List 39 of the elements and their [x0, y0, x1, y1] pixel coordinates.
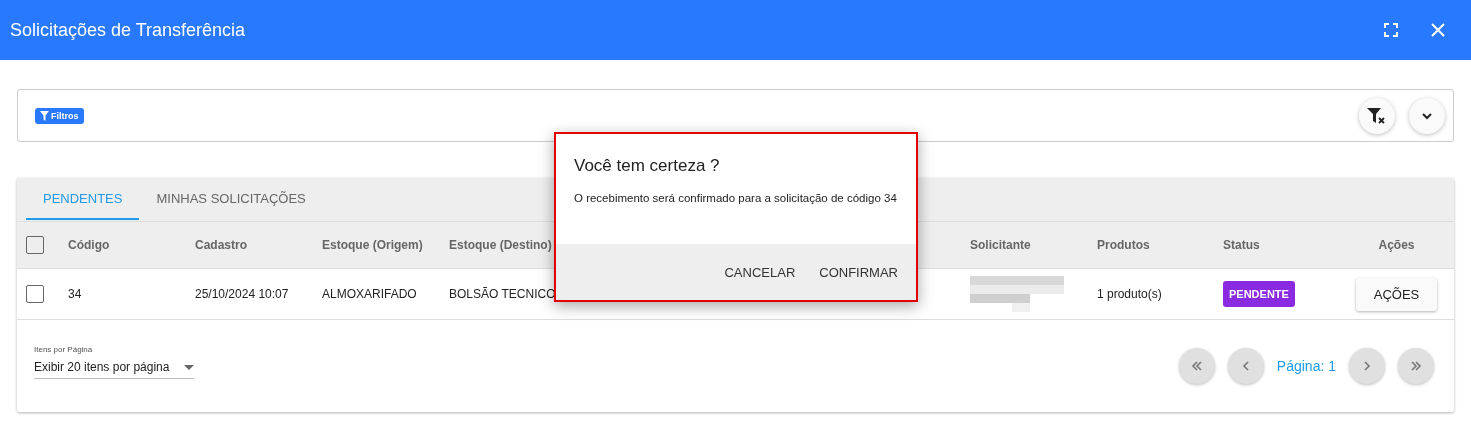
clear-filter-icon	[1367, 106, 1387, 125]
clear-filter-button[interactable]	[1359, 97, 1395, 134]
column-header: Estoque (Destino)	[449, 238, 552, 252]
column-header: Status	[1223, 238, 1260, 252]
dialog-button[interactable]: CONFIRMAR	[809, 256, 908, 288]
dialog-button[interactable]: CANCELAR	[714, 256, 806, 288]
table-cell: 25/10/2024 10:07	[195, 287, 289, 301]
close-icon[interactable]	[1431, 23, 1445, 37]
status-badge: PENDENTE	[1223, 281, 1295, 307]
table-cell: 1 produto(s)	[1097, 287, 1162, 301]
column-header: Ações	[1378, 238, 1415, 252]
dialog-message: O recebimento será confirmado para a solicitação de código 34	[573, 191, 898, 206]
chevron-right-icon	[1363, 361, 1371, 371]
column-header: Código	[68, 238, 110, 252]
tab[interactable]: MINHAS SOLICITAÇÕES	[139, 178, 323, 220]
chevron-down-icon	[1421, 111, 1433, 120]
window-title: Solicitações de Transferência	[10, 19, 246, 41]
double-chevron-left-icon	[1190, 361, 1203, 371]
filters-chip[interactable]: Filtros	[35, 107, 84, 124]
double-chevron-right-icon	[1410, 361, 1422, 371]
table-cell: ALMOXARIFADO	[322, 287, 417, 301]
dialog-title: Você tem certeza ?	[573, 155, 721, 176]
table-cell: 34	[68, 287, 82, 301]
items-per-page-select[interactable]: Itens por Página Exibir 20 itens por página	[34, 345, 194, 379]
table-cell: BOLSÃO TECNICO	[449, 287, 556, 301]
dropdown-icon	[184, 364, 194, 370]
checkbox[interactable]	[26, 285, 44, 303]
fullscreen-icon[interactable]	[1384, 23, 1398, 37]
last-page-button[interactable]	[1398, 348, 1434, 384]
actions-button[interactable]: AÇÕES	[1355, 277, 1438, 311]
column-header: Produtos	[1097, 238, 1150, 252]
first-page-button[interactable]	[1178, 348, 1215, 384]
page-indicator: Página: 1	[1276, 358, 1336, 374]
checkbox[interactable]	[26, 236, 44, 254]
column-header: Estoque (Origem)	[322, 238, 423, 252]
chevron-left-icon	[1241, 361, 1250, 371]
filter-icon	[40, 110, 49, 121]
column-header: Cadastro	[195, 238, 247, 252]
column-header: Solicitante	[970, 238, 1031, 252]
